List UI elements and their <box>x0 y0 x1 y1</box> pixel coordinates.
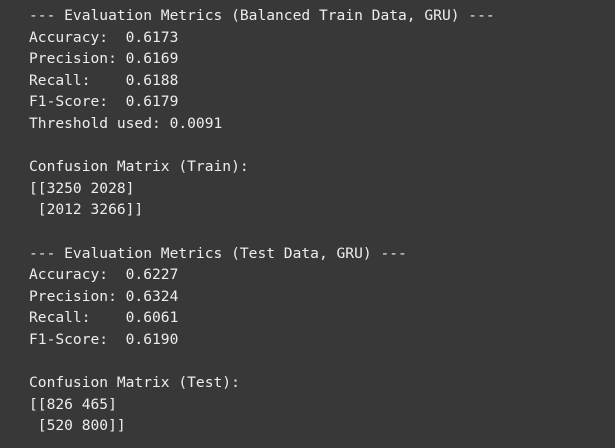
train-confusion-row: [2012 3266]] <box>29 201 144 219</box>
notebook-output-cell: --- Evaluation Metrics (Balanced Train D… <box>0 0 615 448</box>
test-confusion-row: [[826 465] <box>29 395 117 413</box>
test-accuracy-line: Accuracy: 0.6227 <box>29 266 179 284</box>
test-confusion-row: [520 800]] <box>29 417 126 435</box>
test-recall-line: Recall: 0.6061 <box>29 309 179 327</box>
train-recall-line: Recall: 0.6188 <box>29 71 179 89</box>
train-confusion-row: [[3250 2028] <box>29 179 135 197</box>
train-threshold-line: Threshold used: 0.0091 <box>29 114 223 132</box>
test-f1-line: F1-Score: 0.6190 <box>29 330 179 348</box>
train-precision-line: Precision: 0.6169 <box>29 50 179 68</box>
train-accuracy-line: Accuracy: 0.6173 <box>29 28 179 46</box>
train-metrics-header: --- Evaluation Metrics (Balanced Train D… <box>29 7 495 24</box>
train-f1-line: F1-Score: 0.6179 <box>29 93 179 111</box>
test-confusion-title: Confusion Matrix (Test): <box>29 374 240 392</box>
train-confusion-title: Confusion Matrix (Train): <box>29 158 249 176</box>
test-metrics-header: --- Evaluation Metrics (Test Data, GRU) … <box>29 244 407 262</box>
test-precision-line: Precision: 0.6324 <box>29 287 179 305</box>
